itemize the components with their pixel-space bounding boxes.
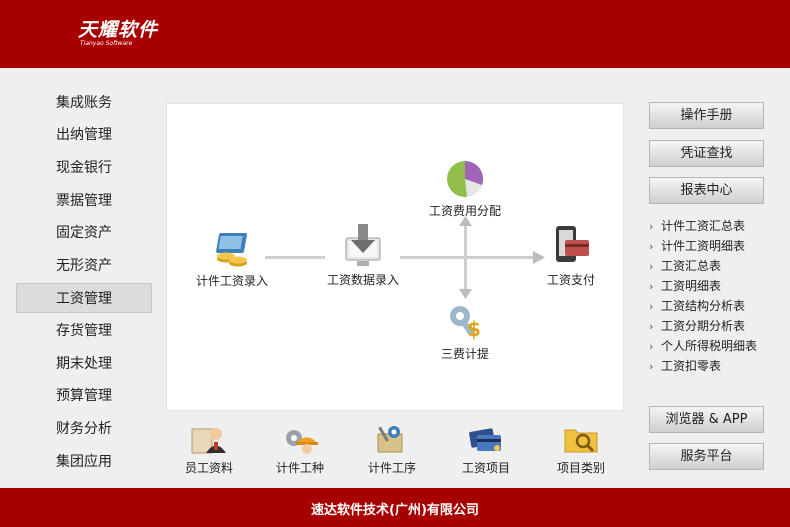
report-link[interactable]: › 工资扣零表 — [649, 358, 721, 375]
chevron-right-icon: › — [649, 280, 654, 293]
credit-cards-icon — [468, 424, 504, 454]
report-link[interactable]: › 工资汇总表 — [649, 258, 721, 275]
salary-expense-allocation-button[interactable]: 工资费用分配 — [420, 159, 510, 219]
sidebar-item-budget[interactable]: 预算管理 — [16, 381, 152, 411]
voucher-search-button[interactable]: 凭证查找 — [649, 140, 764, 167]
report-link[interactable]: › 个人所得税明细表 — [649, 338, 757, 355]
arrow-down-icon — [459, 289, 472, 299]
employee-data-label: 员工资料 — [184, 461, 233, 475]
piece-wage-entry-button[interactable]: 计件工资录入 — [187, 229, 277, 289]
piece-work-type-label: 计件工种 — [275, 461, 324, 475]
connector-line — [400, 256, 540, 259]
report-link[interactable]: › 工资结构分析表 — [649, 298, 745, 315]
sidebar-item-integrated-accounts[interactable]: 集成账务 — [16, 88, 152, 118]
pie-chart-icon — [445, 159, 485, 199]
three-fees-accrual-label: 三费计提 — [440, 347, 489, 361]
operation-manual-button[interactable]: 操作手册 — [649, 102, 764, 129]
browser-app-button[interactable]: 浏览器 & APP — [649, 406, 764, 433]
piece-work-type-button[interactable]: 计件工种 — [260, 424, 340, 476]
logo-title: 天耀软件 — [78, 19, 159, 41]
logo-subtitle: Tianyao Software — [80, 40, 133, 47]
card-phone-icon — [551, 224, 591, 268]
chevron-right-icon: › — [649, 240, 654, 253]
item-category-label: 项目类别 — [556, 461, 605, 475]
chevron-right-icon: › — [649, 260, 654, 273]
report-center-button[interactable]: 报表中心 — [649, 177, 764, 204]
folder-search-icon — [563, 424, 599, 454]
salary-payment-label: 工资支付 — [546, 273, 595, 287]
chevron-right-icon: › — [649, 300, 654, 313]
salary-items-button[interactable]: 工资项目 — [446, 424, 526, 476]
footer-bar: 速达软件技术(广州)有限公司 — [0, 488, 790, 527]
sidebar-item-payroll[interactable]: 工资管理 — [16, 283, 152, 313]
employee-data-button[interactable]: 员工资料 — [169, 424, 249, 476]
report-link[interactable]: › 计件工资明细表 — [649, 238, 745, 255]
person-card-icon — [191, 424, 227, 454]
salary-data-entry-button[interactable]: 工资数据录入 — [318, 224, 408, 288]
sidebar-item-inventory[interactable]: 存货管理 — [16, 316, 152, 346]
money-chart-icon — [212, 229, 252, 269]
svg-text:$: $ — [467, 317, 481, 341]
salary-expense-allocation-label: 工资费用分配 — [428, 204, 501, 218]
chevron-right-icon: › — [649, 340, 654, 353]
piece-wage-entry-label: 计件工资录入 — [195, 274, 268, 288]
sidebar-item-cashier[interactable]: 出纳管理 — [16, 120, 152, 150]
salary-items-label: 工资项目 — [461, 461, 510, 475]
app-logo: 天耀软件 Tianyao Software — [78, 20, 158, 48]
connector-line — [464, 222, 467, 294]
sidebar-item-fixed-assets[interactable]: 固定资产 — [16, 218, 152, 248]
company-name: 速达软件技术(广州)有限公司 — [311, 503, 479, 518]
chevron-right-icon: › — [649, 360, 654, 373]
sidebar-item-bills[interactable]: 票据管理 — [16, 186, 152, 216]
service-platform-button[interactable]: 服务平台 — [649, 443, 764, 470]
dollar-wrench-icon: $ — [445, 302, 485, 342]
sidebar-item-cash-bank[interactable]: 现金银行 — [16, 153, 152, 183]
sidebar-item-intangible-assets[interactable]: 无形资产 — [16, 251, 152, 281]
header-bar: 天耀软件 Tianyao Software — [0, 0, 790, 68]
sidebar-item-group[interactable]: 集团应用 — [16, 447, 152, 477]
worker-helmet-icon — [282, 424, 318, 454]
sidebar-item-financial-analysis[interactable]: 财务分析 — [16, 414, 152, 444]
three-fees-accrual-button[interactable]: $ 三费计提 — [420, 302, 510, 362]
tools-gear-icon — [374, 424, 410, 454]
chevron-right-icon: › — [649, 320, 654, 333]
report-link[interactable]: › 工资分期分析表 — [649, 318, 745, 335]
report-link[interactable]: › 工资明细表 — [649, 278, 721, 295]
report-link[interactable]: › 计件工资汇总表 — [649, 218, 745, 235]
download-monitor-icon — [343, 224, 383, 268]
workflow-panel: 计件工资录入 工资数据录入 工资费用分配 $ 三费计提 工资支付 — [166, 103, 624, 411]
piece-work-process-button[interactable]: 计件工序 — [352, 424, 432, 476]
salary-data-entry-label: 工资数据录入 — [326, 273, 399, 287]
item-category-button[interactable]: 项目类别 — [541, 424, 621, 476]
piece-work-process-label: 计件工序 — [367, 461, 416, 475]
salary-payment-button[interactable]: 工资支付 — [526, 224, 616, 288]
sidebar-item-period-end[interactable]: 期末处理 — [16, 349, 152, 379]
chevron-right-icon: › — [649, 220, 654, 233]
